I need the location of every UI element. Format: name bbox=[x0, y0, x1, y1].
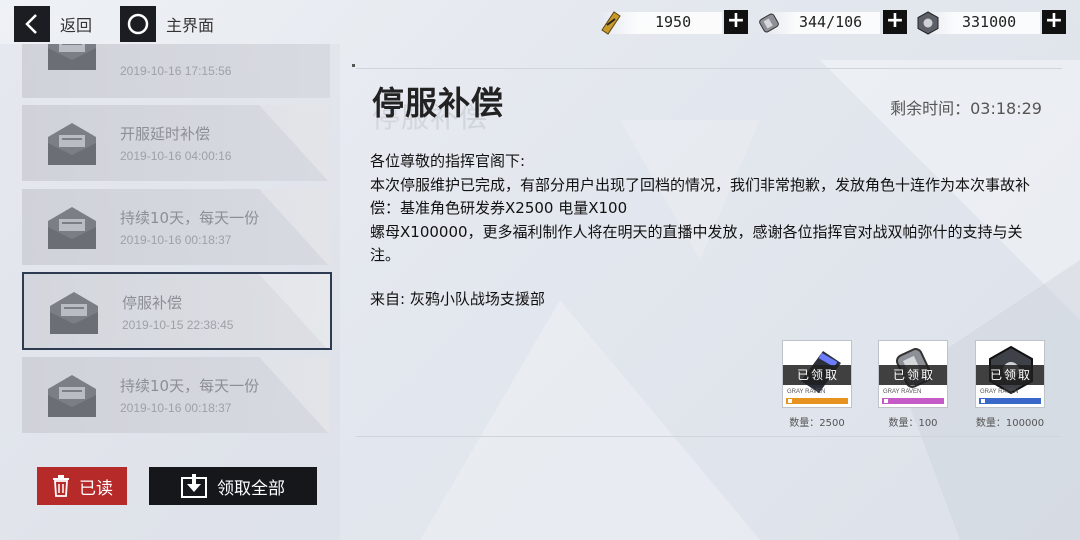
mail-sender: 来自: 灰鸦小队战场支援部 bbox=[370, 290, 545, 308]
reward-item[interactable]: 已领取 GRAY RAVEN 数量：2500 bbox=[782, 340, 852, 429]
mail-item[interactable]: 持续10天，每天一份 2019-10-16 00:18:37 bbox=[22, 357, 330, 433]
divider bbox=[356, 68, 1062, 69]
claimed-badge: 已领取 bbox=[976, 365, 1044, 385]
page-title: 停服补偿 bbox=[372, 84, 505, 122]
envelope-icon bbox=[48, 44, 96, 70]
body-line: 螺母X100000，更多福利制作人将在明天的直播中发放，感谢各位指挥官对战双帕弥… bbox=[370, 222, 1023, 265]
claim-all-button[interactable]: 领取全部 bbox=[149, 467, 317, 505]
reward-card: 已领取 GRAY RAVEN bbox=[878, 340, 948, 408]
back-label: 返回 bbox=[60, 16, 93, 35]
trash-icon bbox=[53, 475, 69, 497]
mail-title: 持续10天，每天一份 bbox=[120, 209, 260, 227]
mail-item-selected[interactable]: 停服补偿 2019-10-15 22:38:45 bbox=[22, 272, 332, 350]
reward-quantity: 数量：2500 bbox=[789, 418, 845, 429]
mail-item[interactable]: 持续10天，每天一份 2019-10-16 00:18:37 bbox=[22, 189, 330, 265]
mail-title: 持续10天，每天一份 bbox=[120, 377, 260, 395]
mail-time: 2019-10-15 22:38:45 bbox=[122, 318, 234, 332]
reward-quantity: 数量：100000 bbox=[975, 418, 1045, 429]
rarity-bar bbox=[786, 398, 848, 404]
resource-value-battery: 344/106 bbox=[799, 13, 863, 31]
add-battery-button[interactable]: + bbox=[883, 10, 907, 34]
gold-ticket-icon bbox=[598, 10, 624, 36]
divider bbox=[356, 436, 1062, 437]
mail-item[interactable]: 开服延时补偿 2019-10-16 04:00:16 bbox=[22, 105, 330, 181]
claimed-badge: 已领取 bbox=[783, 365, 851, 385]
brand-label: GRAY RAVEN bbox=[787, 389, 826, 395]
divider-dot bbox=[352, 64, 355, 67]
brand-label: GRAY RAVEN bbox=[883, 389, 922, 395]
envelope-icon bbox=[48, 123, 96, 165]
body-line: 本次停服维护已完成，有部分用户出现了回档的情况，我们非常抱歉，发放角色十连作为本… bbox=[370, 175, 1031, 218]
envelope-icon bbox=[48, 207, 96, 249]
mail-time: 2019-10-16 00:18:37 bbox=[120, 401, 232, 415]
remaining-time: 剩余时间：03:18:29 bbox=[890, 99, 1042, 118]
envelope-icon bbox=[48, 375, 96, 417]
rarity-bar bbox=[979, 398, 1041, 404]
resource-value-gold-ticket: 1950 bbox=[655, 13, 692, 31]
reward-item[interactable]: 已领取 GRAY RAVEN 数量：100000 bbox=[975, 340, 1045, 429]
reward-card: 已领取 GRAY RAVEN bbox=[782, 340, 852, 408]
mail-title: 停服补偿 bbox=[122, 294, 183, 312]
add-gold-ticket-button[interactable]: + bbox=[724, 10, 748, 34]
back-button[interactable]: 返回 bbox=[14, 6, 92, 42]
download-icon bbox=[181, 474, 207, 498]
mail-decoration bbox=[259, 274, 330, 348]
reward-item[interactable]: 已领取 GRAY RAVEN 数量：100 bbox=[878, 340, 948, 429]
home-button[interactable]: 主界面 bbox=[120, 6, 214, 42]
back-arrow-icon bbox=[14, 6, 50, 42]
mark-read-button[interactable]: 已读 bbox=[37, 467, 127, 505]
add-nut-button[interactable]: + bbox=[1042, 10, 1066, 34]
brand-label: GRAY RAVEN bbox=[980, 389, 1019, 395]
body-line: 各位尊敬的指挥官阁下: bbox=[370, 152, 526, 170]
reward-card: 已领取 GRAY RAVEN bbox=[975, 340, 1045, 408]
claimed-badge: 已领取 bbox=[879, 365, 947, 385]
top-bar: 返回 主界面 1950 + 344/106 + 331000 + bbox=[0, 0, 1080, 44]
mail-time: 2019-10-16 04:00:16 bbox=[120, 149, 232, 163]
claim-all-label: 领取全部 bbox=[217, 478, 285, 499]
mail-title: 开服延时补偿 bbox=[120, 125, 211, 143]
mail-time: 2019-10-16 00:18:37 bbox=[120, 233, 232, 247]
reward-quantity: 数量：100 bbox=[888, 418, 938, 429]
mark-read-label: 已读 bbox=[79, 478, 113, 499]
mail-body: 各位尊敬的指挥官阁下: 本次停服维护已完成，有部分用户出现了回档的情况，我们非常… bbox=[370, 150, 1050, 268]
screw-nut-icon bbox=[915, 10, 941, 36]
home-label: 主界面 bbox=[166, 16, 215, 35]
home-circle-icon bbox=[120, 6, 156, 42]
mail-decoration bbox=[259, 105, 330, 181]
rarity-bar bbox=[882, 398, 944, 404]
resource-value-nut: 331000 bbox=[962, 13, 1017, 31]
battery-icon bbox=[756, 10, 782, 36]
envelope-icon bbox=[50, 292, 98, 334]
mail-time: 2019-10-16 17:15:56 bbox=[120, 64, 232, 78]
mail-item[interactable]: 2019-10-16 17:15:56 bbox=[22, 44, 330, 98]
